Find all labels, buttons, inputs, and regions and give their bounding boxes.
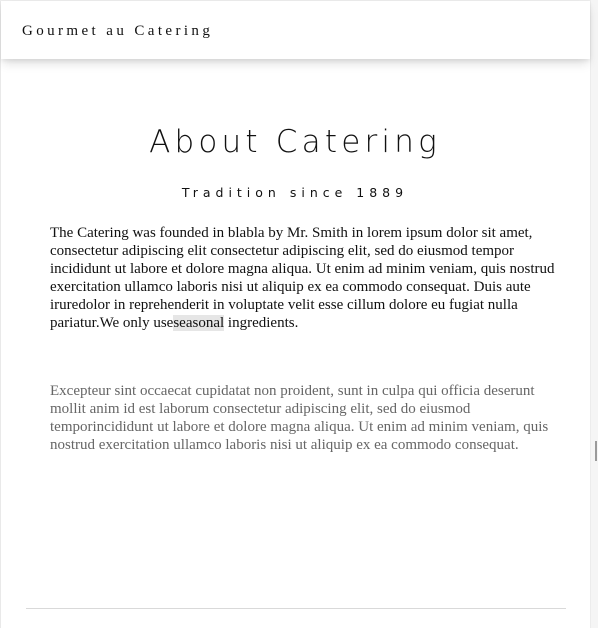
scrollbar-thumb[interactable] <box>595 441 597 461</box>
paragraph-1-end: ingredients. <box>224 315 299 331</box>
top-navbar: Gourmet au Catering <box>1 1 590 59</box>
highlighted-word: seasonal <box>173 315 225 331</box>
window-left-edge <box>0 0 1 628</box>
paragraph-1-text: The Catering was founded in blabla by Mr… <box>50 225 555 331</box>
about-subtitle: Tradition since 1889 <box>181 185 409 200</box>
about-paragraph-1: The Catering was founded in blabla by Mr… <box>50 224 555 332</box>
footer-divider <box>26 608 566 609</box>
about-paragraph-2: Excepteur sint occaecat cupidatat non pr… <box>50 383 549 453</box>
brand-link[interactable]: Gourmet au Catering <box>22 22 213 40</box>
vertical-scrollbar[interactable] <box>590 0 598 628</box>
about-title: About Catering <box>149 124 441 160</box>
